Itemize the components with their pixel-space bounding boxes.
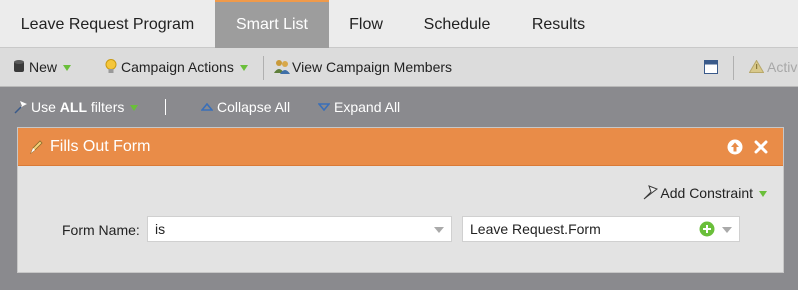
pencil-icon — [30, 140, 43, 155]
collapse-all-button[interactable]: Collapse All — [200, 88, 291, 126]
collapse-all-label: Collapse All — [217, 99, 291, 115]
add-constraint-label: Add Constraint — [660, 185, 753, 201]
operator-value: is — [155, 221, 166, 237]
campaign-actions-label: Campaign Actions — [121, 59, 234, 75]
use-suffix: filters — [90, 99, 125, 115]
database-icon — [14, 60, 24, 72]
tab-bar: Leave Request Program Smart List Flow Sc… — [0, 0, 798, 48]
chevron-down-icon — [63, 65, 72, 72]
filter-bar-separator — [165, 99, 166, 115]
window-icon — [704, 60, 718, 74]
add-circle-icon[interactable] — [699, 221, 715, 237]
use-all-filters-dropdown[interactable]: Use ALL filters — [14, 88, 139, 126]
chevron-down-icon — [759, 191, 767, 198]
toolbar-divider — [733, 56, 734, 80]
tab-program[interactable]: Leave Request Program — [0, 0, 215, 48]
activate-label: Activ — [767, 59, 798, 75]
filter-title: Fills Out Form — [50, 138, 151, 155]
chevron-down-icon — [130, 105, 139, 112]
use-bold: ALL — [59, 99, 88, 115]
people-icon — [274, 60, 290, 74]
chevron-down-icon — [239, 65, 248, 72]
triangle-down-icon — [317, 103, 331, 112]
view-campaign-members-button[interactable]: View Campaign Members — [274, 48, 452, 87]
campaign-actions-button[interactable]: Campaign Actions — [105, 48, 248, 87]
new-label: New — [29, 59, 58, 75]
tab-schedule[interactable]: Schedule — [403, 0, 511, 48]
filter-funnel-icon — [14, 101, 27, 114]
filter-panel: Fills Out Form Add Constraint Form Name:… — [17, 127, 784, 273]
form-name-label: Form Name: — [62, 222, 140, 238]
expand-all-button[interactable]: Expand All — [317, 88, 401, 126]
expand-all-label: Expand All — [334, 99, 401, 115]
view-members-label: View Campaign Members — [292, 59, 453, 75]
toolbar-divider — [263, 56, 264, 80]
chevron-down-icon — [434, 227, 444, 233]
lightbulb-icon — [105, 59, 117, 73]
filter-header: Fills Out Form — [18, 128, 783, 166]
form-select[interactable]: Leave Request.Form — [462, 216, 740, 242]
tab-flow[interactable]: Flow — [329, 0, 403, 48]
form-value: Leave Request.Form — [470, 221, 601, 237]
new-button[interactable]: New — [14, 48, 72, 87]
triangle-up-icon — [200, 102, 214, 111]
use-prefix: Use — [31, 99, 56, 115]
tab-results[interactable]: Results — [511, 0, 606, 48]
activate-button[interactable]: Activ — [748, 48, 798, 87]
add-constraint-button[interactable]: Add Constraint — [643, 182, 767, 204]
filter-bar: Use ALL filters Collapse All Expand All — [0, 88, 798, 126]
warning-icon — [748, 59, 765, 73]
move-up-icon[interactable] — [727, 139, 743, 155]
operator-select[interactable]: is — [147, 216, 452, 242]
tab-smart-list[interactable]: Smart List — [215, 0, 329, 48]
toolbar: New Campaign Actions View Campaign Membe… — [0, 48, 798, 87]
close-icon[interactable] — [754, 140, 768, 154]
chevron-down-icon — [722, 227, 732, 233]
filter-funnel-icon — [644, 185, 659, 200]
window-icon-button[interactable] — [704, 48, 718, 87]
